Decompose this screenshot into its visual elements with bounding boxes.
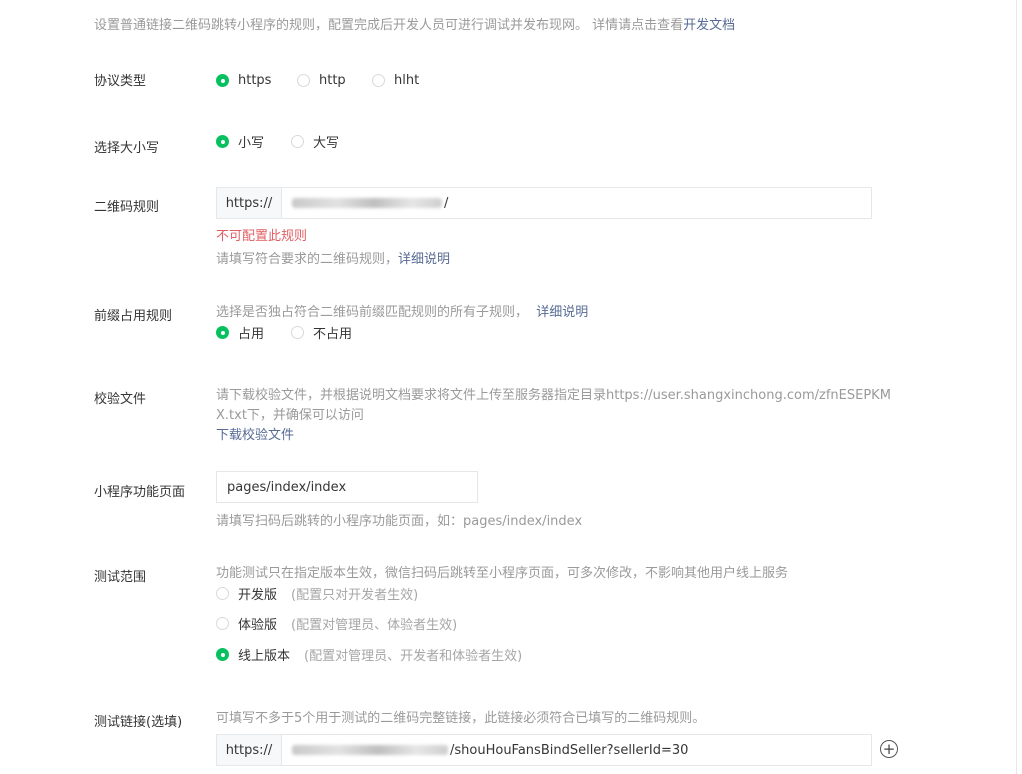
radio-checked-icon — [216, 326, 229, 339]
prefix-option-label: 不占用 — [313, 327, 353, 342]
qr-rule-input-group: https:// / — [216, 187, 872, 219]
scope-option-label: 开发版 — [238, 588, 278, 603]
dev-docs-link[interactable]: 开发文档 — [683, 18, 735, 33]
prefix-rule-desc: 选择是否独占符合二维码前缀匹配规则的所有子规则， 详细说明 — [216, 301, 588, 320]
test-link-suffix: /shouHouFansBindSeller?sellerId=30 — [450, 742, 689, 758]
qr-rule-prefix: https:// — [217, 188, 282, 218]
test-link-input[interactable]: /shouHouFansBindSeller?sellerId=30 — [282, 735, 871, 765]
protocol-label: 协议类型 — [94, 74, 147, 89]
radio-unchecked-icon — [372, 74, 385, 87]
case-label: 选择大小写 — [94, 141, 160, 156]
scope-option-hint: (配置对管理员、开发者和体验者生效) — [304, 649, 523, 664]
case-radio-lower[interactable]: 小写 — [216, 132, 264, 151]
radio-unchecked-icon — [291, 135, 304, 148]
redacted-domain — [292, 198, 442, 208]
scope-radio-dev[interactable]: 开发版 (配置只对开发者生效) — [216, 584, 418, 603]
download-verify-file-link[interactable]: 下载校验文件 — [216, 424, 294, 443]
scope-radio-trial[interactable]: 体验版 (配置对管理员、体验者生效) — [216, 614, 457, 633]
verify-file-desc-line2: X.txt下，并确保可以访问 — [216, 408, 364, 423]
verify-file-desc-line1: 请下载校验文件，并根据说明文档要求将文件上传至服务器指定目录https://us… — [216, 388, 891, 403]
qr-rule-config-page: 设置普通链接二维码跳转小程序的规则，配置完成后开发人员可进行调试并发布现网。 详… — [0, 0, 1022, 774]
case-option-label: 小写 — [238, 136, 265, 151]
test-link-input-group: https:// /shouHouFansBindSeller?sellerId… — [216, 734, 872, 766]
qr-rule-label: 二维码规则 — [94, 200, 160, 215]
radio-unchecked-icon — [291, 326, 304, 339]
qr-rule-help: 请填写符合要求的二维码规则，详细说明 — [216, 248, 450, 267]
intro-text: 设置普通链接二维码跳转小程序的规则，配置完成后开发人员可进行调试并发布现网。 详… — [94, 18, 684, 33]
radio-checked-icon — [216, 135, 229, 148]
case-option-label: 大写 — [313, 136, 340, 151]
radio-unchecked-icon — [216, 617, 229, 630]
prefix-rule-desc-text: 选择是否独占符合二维码前缀匹配规则的所有子规则， — [216, 305, 529, 320]
page-path-help: 请填写扫码后跳转的小程序功能页面，如：pages/index/index — [216, 514, 583, 529]
page-path-input[interactable]: pages/index/index — [216, 471, 478, 503]
protocol-option-label: hlht — [394, 73, 420, 88]
radio-unchecked-icon — [297, 74, 310, 87]
protocol-radio-http[interactable]: http — [297, 73, 346, 88]
page-path-label: 小程序功能页面 — [94, 485, 186, 500]
qr-rule-suffix: / — [444, 195, 449, 211]
radio-unchecked-icon — [216, 587, 229, 600]
scope-option-label: 线上版本 — [238, 649, 291, 664]
qr-rule-input[interactable]: / — [282, 188, 871, 218]
test-scope-label: 测试范围 — [94, 570, 147, 585]
test-link-desc: 可填写不多于5个用于测试的二维码完整链接，此链接必须符合已填写的二维码规则。 — [216, 711, 706, 726]
qr-rule-error: 不可配置此规则 — [216, 229, 308, 244]
prefix-radio-not-occupy[interactable]: 不占用 — [291, 323, 352, 342]
plus-circle-icon[interactable]: + — [880, 740, 898, 758]
prefix-rule-detail-link[interactable]: 详细说明 — [536, 305, 588, 320]
scope-option-hint: (配置只对开发者生效) — [291, 588, 419, 603]
radio-checked-icon — [216, 74, 229, 87]
scope-radio-online[interactable]: 线上版本 (配置对管理员、开发者和体验者生效) — [216, 645, 522, 664]
scope-option-label: 体验版 — [238, 618, 278, 633]
test-link-prefix: https:// — [217, 735, 282, 765]
prefix-option-label: 占用 — [238, 327, 265, 342]
page-divider — [1016, 0, 1017, 774]
qr-rule-help-text: 请填写符合要求的二维码规则， — [216, 252, 399, 267]
protocol-radio-hlht[interactable]: hlht — [372, 73, 419, 88]
protocol-radio-https[interactable]: https — [216, 73, 271, 88]
prefix-rule-label: 前缀占用规则 — [94, 309, 173, 324]
test-scope-desc: 功能测试只在指定版本生效，微信扫码后跳转至小程序页面，可多次修改，不影响其他用户… — [216, 566, 789, 581]
prefix-radio-occupy[interactable]: 占用 — [216, 323, 264, 342]
test-link-label: 测试链接(选填) — [94, 715, 183, 730]
redacted-domain — [292, 745, 448, 755]
verify-file-label: 校验文件 — [94, 392, 147, 407]
protocol-option-label: http — [319, 73, 346, 88]
radio-checked-icon — [216, 648, 229, 661]
scope-option-hint: (配置对管理员、体验者生效) — [291, 618, 458, 633]
qr-rule-detail-link[interactable]: 详细说明 — [398, 252, 450, 267]
case-radio-upper[interactable]: 大写 — [291, 132, 339, 151]
intro-description: 设置普通链接二维码跳转小程序的规则，配置完成后开发人员可进行调试并发布现网。 详… — [94, 14, 735, 33]
protocol-option-label: https — [238, 73, 272, 88]
